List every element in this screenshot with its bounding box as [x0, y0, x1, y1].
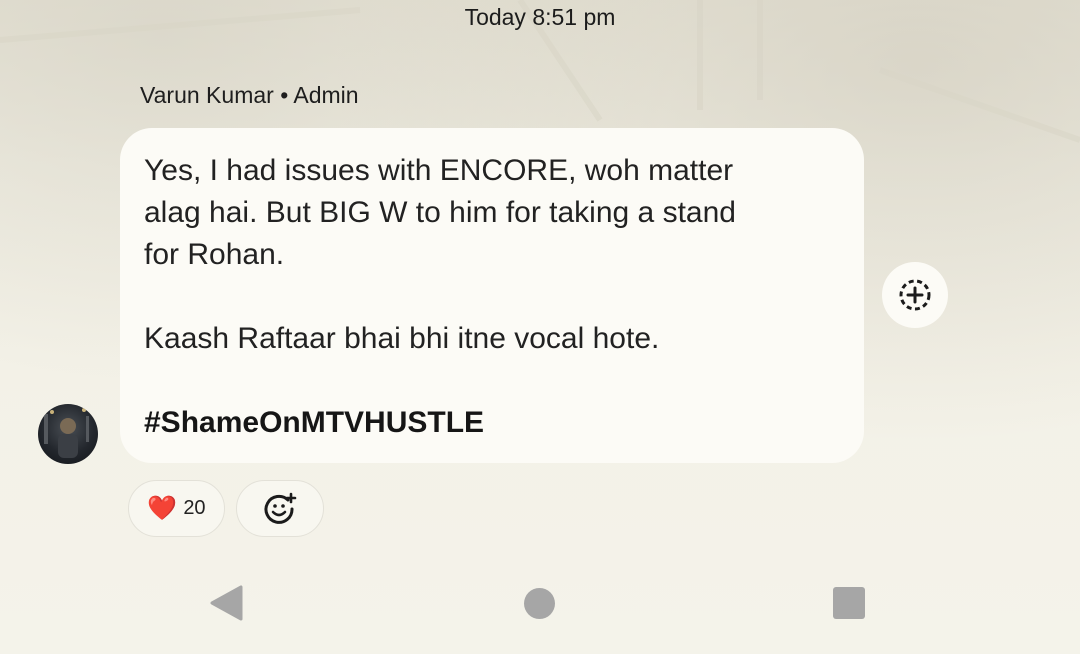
message-hashtag[interactable]: #ShameOnMTVHUSTLE [144, 402, 840, 444]
message-timestamp: Today 8:51 pm [464, 4, 616, 30]
message-text-line: Yes, I had issues with ENCORE, woh matte… [144, 154, 734, 187]
nav-home-button[interactable] [523, 587, 556, 625]
recent-square-icon [833, 587, 865, 619]
nav-recent-apps-button[interactable] [833, 587, 865, 624]
message-bubble[interactable]: Yes, I had issues with ENCORE, woh matte… [120, 128, 864, 463]
add-circle-dashed-icon [899, 279, 931, 311]
add-reaction-button[interactable] [236, 480, 324, 537]
message-text-line: alag hai. But BIG W to him for taking a … [144, 196, 736, 229]
back-triangle-icon [210, 585, 243, 621]
message-text-line: Kaash Raftaar bhai bhi itne vocal hote. [144, 322, 660, 355]
avatar[interactable] [38, 404, 98, 464]
sender-name[interactable]: Varun Kumar • Admin [140, 82, 359, 109]
add-to-message-button[interactable] [882, 262, 948, 328]
reaction-count: 20 [183, 497, 206, 519]
message-text-line: for Rohan. [144, 238, 285, 271]
heart-reaction-chip[interactable]: ❤️ 20 [128, 480, 225, 537]
heart-icon: ❤️ [147, 494, 178, 522]
home-circle-icon [524, 588, 555, 619]
avatar-photo [44, 408, 89, 458]
nav-back-button[interactable] [208, 584, 244, 627]
add-emoji-icon [264, 492, 297, 524]
